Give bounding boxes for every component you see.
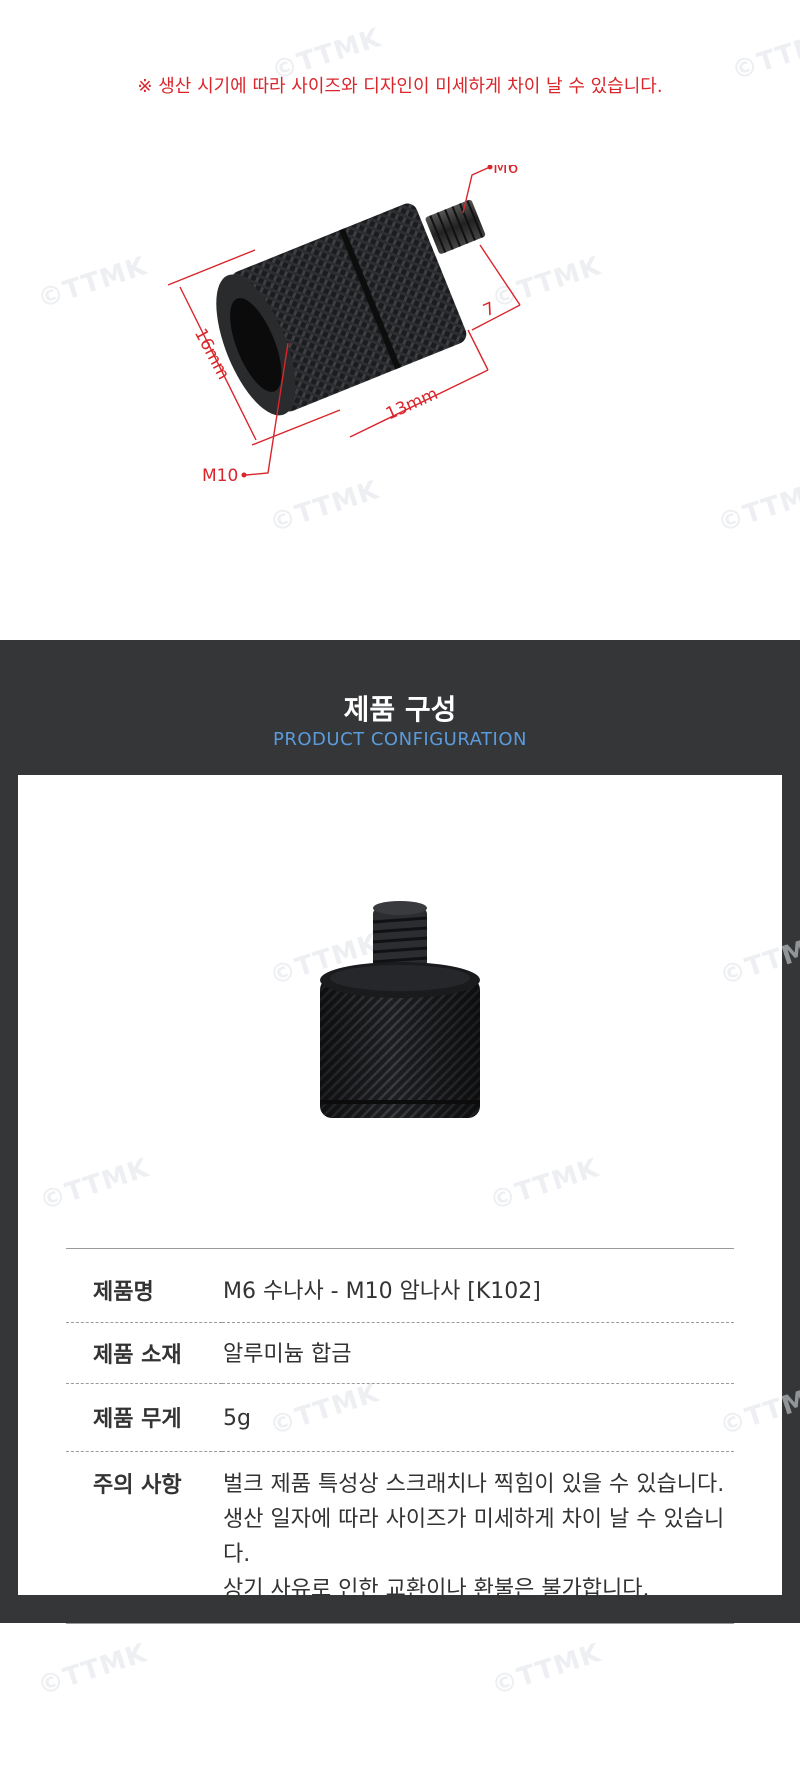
spec-key: 제품 소재 — [93, 1343, 182, 1368]
spec-key: 제품 무게 — [93, 1407, 182, 1432]
spec-row: 주의 사항 벌크 제품 특성상 스크래치나 찍힘이 있을 수 있습니다. 생산 … — [66, 1452, 734, 1624]
product-dimension-section: ※ 생산 시기에 따라 사이즈와 디자인이 미세하게 차이 날 수 있습니다. … — [0, 0, 800, 640]
spec-row: 제품 무게 5g — [66, 1384, 734, 1452]
spec-row: 제품 소재 알루미늄 합금 — [66, 1323, 734, 1384]
watermark: ©TTMK — [34, 251, 151, 315]
label-13mm: 13mm — [383, 384, 441, 425]
section-title: 제품 구성 — [343, 693, 457, 726]
spec-value: 상기 사유로 인한 교환이나 환불은 불가합니다. — [223, 1577, 650, 1602]
label-7: 7 — [480, 299, 498, 322]
spec-value: 5g — [223, 1406, 251, 1431]
spec-key: 주의 사항 — [93, 1473, 182, 1498]
spec-value: 벌크 제품 특성상 스크래치나 찍힘이 있을 수 있습니다. — [223, 1472, 725, 1497]
label-m6: M6 — [493, 165, 518, 178]
production-notice: ※ 생산 시기에 따라 사이즈와 디자인이 미세하게 차이 날 수 있습니다. — [137, 76, 663, 97]
spec-value: M6 수나사 - M10 암나사 [K102] — [223, 1279, 541, 1304]
spec-value: 생산 일자에 따라 사이즈가 미세하게 차이 날 수 있습니다. — [223, 1507, 725, 1567]
spec-table: 제품명 M6 수나사 - M10 암나사 [K102] 제품 소재 알루미늄 합… — [66, 1248, 734, 1624]
adapter-dimension-diagram: M6 M10 16mm 13mm 7 — [167, 165, 521, 486]
spec-value: 알루미늄 합금 — [223, 1342, 352, 1367]
watermark: ©TTMK — [486, 1153, 603, 1217]
label-m10: M10 — [202, 466, 238, 486]
section-subtitle: PRODUCT CONFIGURATION — [273, 729, 527, 750]
watermark: ©TTMK — [34, 1638, 151, 1702]
watermark: ©TTMK — [488, 1638, 605, 1702]
spec-row: 제품명 M6 수나사 - M10 암나사 [K102] — [66, 1248, 734, 1323]
product-photo — [320, 901, 480, 1118]
watermark: ©TTMK — [714, 475, 800, 539]
watermark: ©TTMK — [36, 1153, 153, 1217]
spec-key: 제품명 — [93, 1280, 154, 1305]
